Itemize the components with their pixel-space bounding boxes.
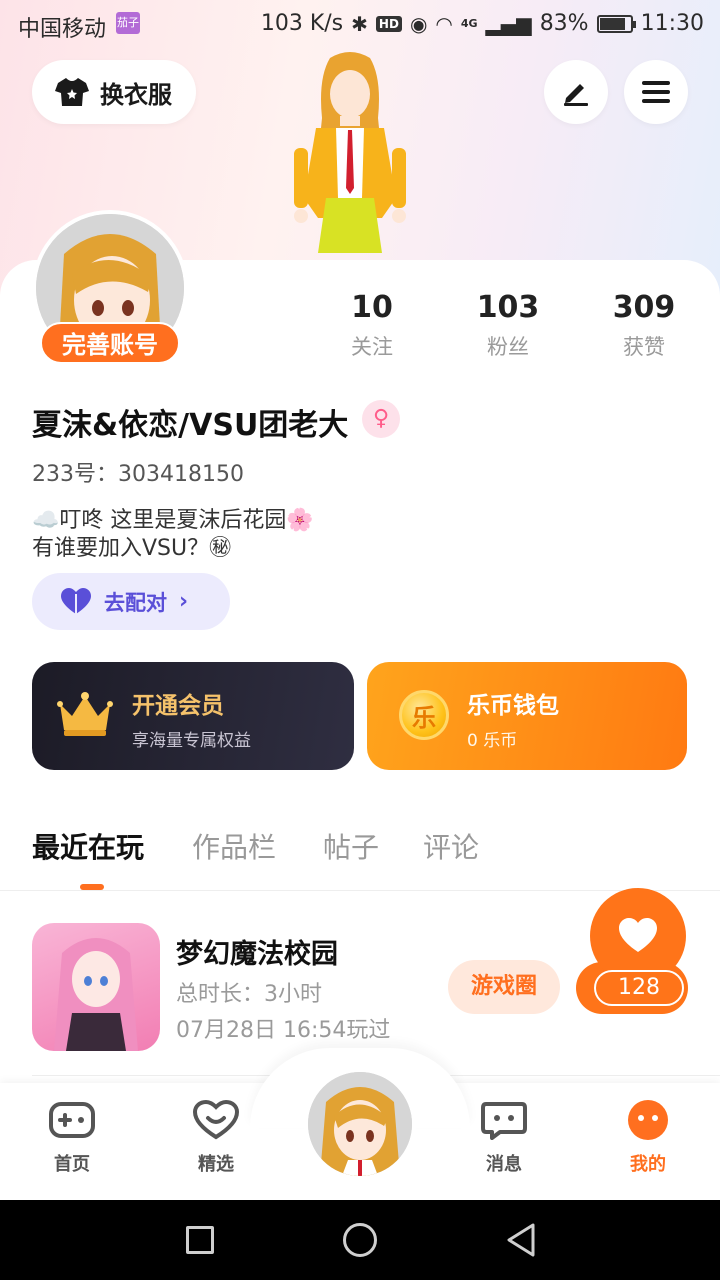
wifi-icon: ◠ bbox=[435, 11, 453, 36]
character-illustration[interactable] bbox=[270, 48, 430, 260]
gamepad-icon bbox=[49, 1102, 95, 1138]
user-id-row[interactable]: 233号：303418150 bbox=[32, 456, 244, 488]
vip-subtitle: 享海量专属权益 bbox=[132, 731, 251, 751]
chat-bubble-icon bbox=[481, 1102, 527, 1140]
heart-icon bbox=[61, 587, 91, 614]
profile-face-icon bbox=[628, 1100, 668, 1140]
nav-messages[interactable]: 消息 bbox=[454, 1100, 554, 1176]
username: 夏沫&依恋/VSU团老大 bbox=[32, 408, 349, 443]
battery-icon bbox=[596, 14, 636, 33]
user-id-value: 303418150 bbox=[118, 462, 244, 487]
signal-icon: ▂▄▆ bbox=[485, 11, 532, 36]
nav-home[interactable]: 首页 bbox=[22, 1100, 122, 1176]
hamburger-icon bbox=[642, 81, 670, 103]
nav-messages-label: 消息 bbox=[486, 1154, 522, 1175]
likes-label: 获赞 bbox=[623, 335, 665, 359]
eye-icon: ◉ bbox=[409, 11, 428, 36]
tshirt-icon bbox=[55, 78, 89, 106]
tab-recently-played[interactable]: 最近在玩 bbox=[32, 826, 144, 866]
tab-works[interactable]: 作品栏 bbox=[192, 826, 276, 866]
likes-count: 309 bbox=[612, 290, 676, 325]
bio-line-2: 有谁要加入VSU？㊙ bbox=[32, 536, 232, 561]
edit-profile-button[interactable] bbox=[544, 60, 608, 124]
followers-count: 103 bbox=[476, 290, 540, 325]
wallet-balance: 0 乐币 bbox=[467, 731, 518, 751]
home-icon[interactable] bbox=[343, 1223, 377, 1257]
crown-icon bbox=[57, 692, 113, 736]
complete-account-badge[interactable]: 完善账号 bbox=[40, 322, 180, 364]
coin-wallet-card[interactable]: 乐 乐币钱包 0 乐币 bbox=[367, 662, 687, 770]
status-indicators: 103 K/s ✱ HD ◉ ◠ 4G ▂▄▆ 83% 11:30 bbox=[261, 11, 704, 36]
following-stat[interactable]: 10 关注 bbox=[317, 290, 427, 361]
vip-title: 开通会员 bbox=[132, 693, 224, 719]
change-outfit-label: 换衣服 bbox=[100, 80, 172, 109]
following-label: 关注 bbox=[351, 335, 393, 359]
clock: 11:30 bbox=[640, 11, 704, 36]
following-count: 10 bbox=[351, 290, 393, 325]
nav-center-avatar[interactable] bbox=[304, 1068, 416, 1180]
nav-mine-label: 我的 bbox=[630, 1154, 666, 1175]
center-avatar-portrait bbox=[308, 1072, 412, 1176]
game-last-played: 07月28日 16:54玩过 bbox=[176, 1018, 391, 1043]
followers-stat[interactable]: 103 粉丝 bbox=[453, 290, 563, 361]
change-outfit-button[interactable]: 换衣服 bbox=[32, 60, 196, 124]
nav-mine[interactable]: 我的 bbox=[598, 1100, 698, 1176]
carrier-badge: 茄子 bbox=[116, 12, 140, 34]
user-id-label: 233号： bbox=[32, 462, 118, 487]
vip-membership-card[interactable]: 开通会员 享海量专属权益 bbox=[32, 662, 354, 770]
hd-icon: HD bbox=[375, 15, 402, 32]
game-thumbnail[interactable] bbox=[32, 923, 160, 1051]
carrier-name: 中国移动 bbox=[18, 17, 107, 42]
game-circle-button[interactable]: 游戏圈 bbox=[448, 960, 560, 1014]
bluetooth-icon: ✱ bbox=[351, 11, 368, 36]
recent-apps-icon[interactable] bbox=[186, 1226, 214, 1254]
status-bar: 中国移动 茄子 103 K/s ✱ HD ◉ ◠ 4G ▂▄▆ 83% 11:3… bbox=[0, 0, 720, 50]
female-gender-icon: ♀ bbox=[362, 400, 400, 438]
tab-comments[interactable]: 评论 bbox=[423, 826, 479, 866]
coin-icon: 乐 bbox=[399, 690, 449, 740]
nav-featured[interactable]: 精选 bbox=[166, 1099, 266, 1176]
game-title[interactable]: 梦幻魔法校园 bbox=[176, 932, 338, 971]
wallet-title: 乐币钱包 bbox=[467, 693, 559, 719]
nav-featured-label: 精选 bbox=[198, 1154, 234, 1175]
match-label: 去配对 bbox=[104, 590, 167, 615]
nav-home-label: 首页 bbox=[54, 1154, 90, 1175]
game-character-image bbox=[54, 938, 138, 1051]
heart-icon bbox=[619, 918, 657, 952]
battery-percent: 83% bbox=[539, 11, 589, 36]
back-icon[interactable] bbox=[505, 1222, 537, 1258]
match-button[interactable]: 去配对 › bbox=[32, 573, 230, 630]
game-duration: 总时长：3小时 bbox=[176, 982, 322, 1007]
likes-stat[interactable]: 309 获赞 bbox=[589, 290, 699, 361]
network-type: 4G bbox=[460, 17, 478, 30]
menu-button[interactable] bbox=[624, 60, 688, 124]
tab-posts[interactable]: 帖子 bbox=[323, 826, 379, 866]
heart-outline-icon bbox=[192, 1099, 240, 1140]
like-count: 128 bbox=[594, 970, 684, 1006]
followers-label: 粉丝 bbox=[487, 335, 529, 359]
network-speed: 103 K/s bbox=[260, 11, 344, 36]
pencil-icon bbox=[564, 84, 588, 106]
chevron-right-icon: › bbox=[179, 589, 189, 614]
tab-divider bbox=[0, 890, 720, 891]
